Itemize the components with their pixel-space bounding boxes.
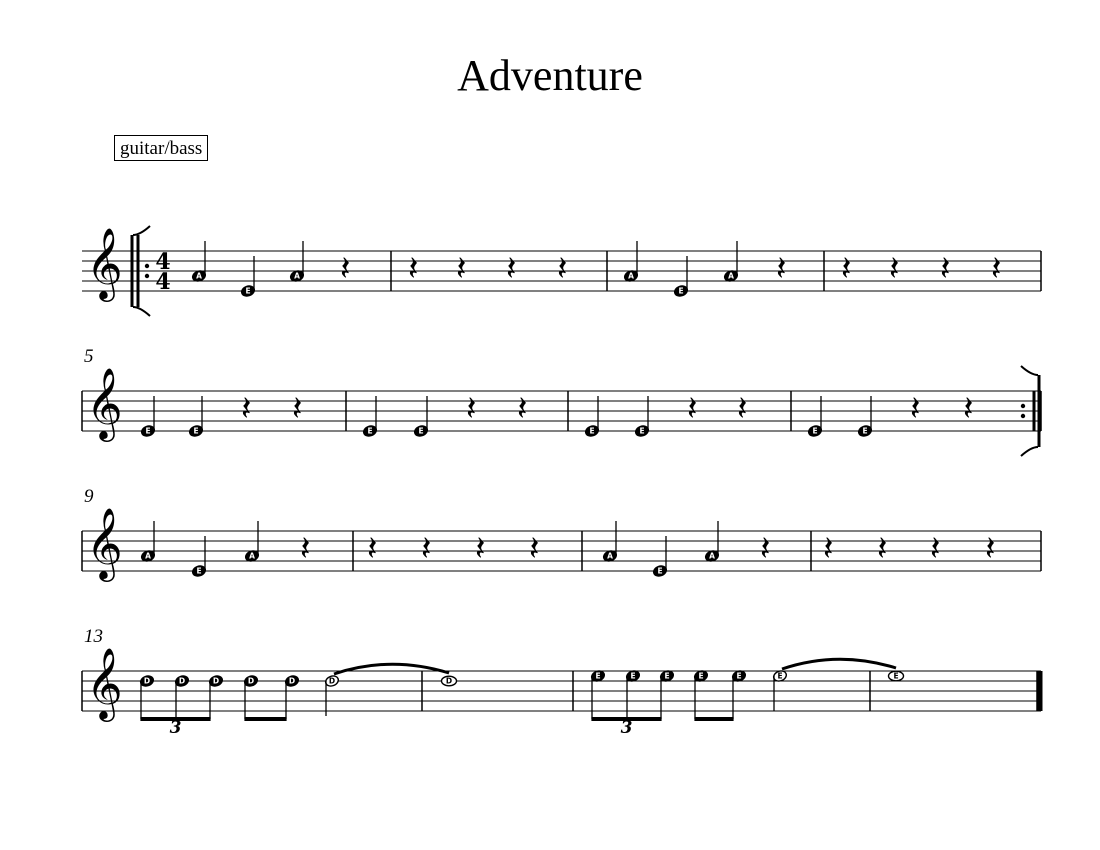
quarter-rest-icon: 𝄽 xyxy=(940,249,950,289)
quarter-rest-icon: 𝄽 xyxy=(300,529,310,569)
notehead-label: E xyxy=(657,567,662,576)
notehead-label: D xyxy=(144,677,150,686)
notehead-label: A xyxy=(709,552,715,561)
quarter-rest-icon: 𝄽 xyxy=(991,249,1001,289)
notehead-label: E xyxy=(736,672,741,681)
notehead-label: D xyxy=(446,677,452,686)
quarter-rest-icon: 𝄽 xyxy=(517,389,527,429)
notehead-label: E xyxy=(664,672,669,681)
tie xyxy=(781,657,897,671)
notehead-label: E xyxy=(193,427,198,436)
quarter-rest-icon: 𝄽 xyxy=(475,529,485,569)
notehead-label: E xyxy=(777,672,782,681)
quarter-rest-icon: 𝄽 xyxy=(760,529,770,569)
notehead-label: E xyxy=(418,427,423,436)
notehead-label: E xyxy=(196,567,201,576)
quarter-rest-icon: 𝄽 xyxy=(421,529,431,569)
quarter-rest-icon: 𝄽 xyxy=(877,529,887,569)
quarter-rest-icon: 𝄽 xyxy=(241,389,251,429)
treble-clef-icon: 𝄞 xyxy=(86,226,123,302)
notehead-label: D xyxy=(248,677,254,686)
notehead-label: E xyxy=(589,427,594,436)
notehead-label: E xyxy=(367,427,372,436)
quarter-rest-icon: 𝄽 xyxy=(841,249,851,289)
notehead-label: E xyxy=(698,672,703,681)
notehead-label: E xyxy=(862,427,867,436)
notehead-label: A xyxy=(728,272,734,281)
quarter-rest-icon: 𝄽 xyxy=(963,389,973,429)
notehead-label: E xyxy=(245,287,250,296)
quarter-rest-icon: 𝄽 xyxy=(408,249,418,289)
score-staves: 𝄞 44 AEA 𝄽 𝄽 𝄽 𝄽 𝄽 AEA 𝄽 𝄽 𝄽 𝄽 𝄽𝄞 E E𝄽 𝄽E E𝄽 𝄽E E𝄽 𝄽E E𝄽 𝄽𝄞 AEA… xyxy=(81,225,1043,738)
notehead-label: A xyxy=(249,552,255,561)
repeat-dot xyxy=(1020,403,1026,409)
tuplet-number: 3 xyxy=(621,718,633,738)
quarter-rest-icon: 𝄽 xyxy=(367,529,377,569)
notehead-label: E xyxy=(678,287,683,296)
repeat-dot xyxy=(144,263,150,269)
repeat-dot xyxy=(144,273,150,279)
notehead-label: E xyxy=(595,672,600,681)
notehead-label: D xyxy=(179,677,185,686)
quarter-rest-icon: 𝄽 xyxy=(340,249,350,289)
treble-clef-icon: 𝄞 xyxy=(86,646,123,722)
notehead-label: A xyxy=(145,552,151,561)
treble-clef-icon: 𝄞 xyxy=(86,366,123,442)
quarter-rest-icon: 𝄽 xyxy=(910,389,920,429)
quarter-rest-icon: 𝄽 xyxy=(466,389,476,429)
quarter-rest-icon: 𝄽 xyxy=(506,249,516,289)
notehead-label: D xyxy=(289,677,295,686)
notehead-label: E xyxy=(630,672,635,681)
notehead-label: E xyxy=(812,427,817,436)
tie xyxy=(333,662,450,676)
notehead-label: A xyxy=(196,272,202,281)
quarter-rest-icon: 𝄽 xyxy=(557,249,567,289)
quarter-rest-icon: 𝄽 xyxy=(930,529,940,569)
quarter-rest-icon: 𝄽 xyxy=(737,389,747,429)
repeat-dot xyxy=(1020,413,1026,419)
notehead-label: E xyxy=(639,427,644,436)
tuplet-number: 3 xyxy=(170,718,182,738)
quarter-rest-icon: 𝄽 xyxy=(985,529,995,569)
quarter-rest-icon: 𝄽 xyxy=(529,529,539,569)
quarter-rest-icon: 𝄽 xyxy=(292,389,302,429)
notehead-label: E xyxy=(893,672,898,681)
notehead-label: E xyxy=(145,427,150,436)
quarter-rest-icon: 𝄽 xyxy=(687,389,697,429)
notehead-label: A xyxy=(628,272,634,281)
treble-clef-icon: 𝄞 xyxy=(86,506,123,582)
notehead-label: A xyxy=(607,552,613,561)
quarter-rest-icon: 𝄽 xyxy=(889,249,899,289)
time-signature-denominator: 4 xyxy=(155,269,170,295)
notehead-label: D xyxy=(329,677,335,686)
notehead-label: D xyxy=(213,677,219,686)
quarter-rest-icon: 𝄽 xyxy=(456,249,466,289)
quarter-rest-icon: 𝄽 xyxy=(823,529,833,569)
quarter-rest-icon: 𝄽 xyxy=(776,249,786,289)
notehead-label: A xyxy=(294,272,300,281)
